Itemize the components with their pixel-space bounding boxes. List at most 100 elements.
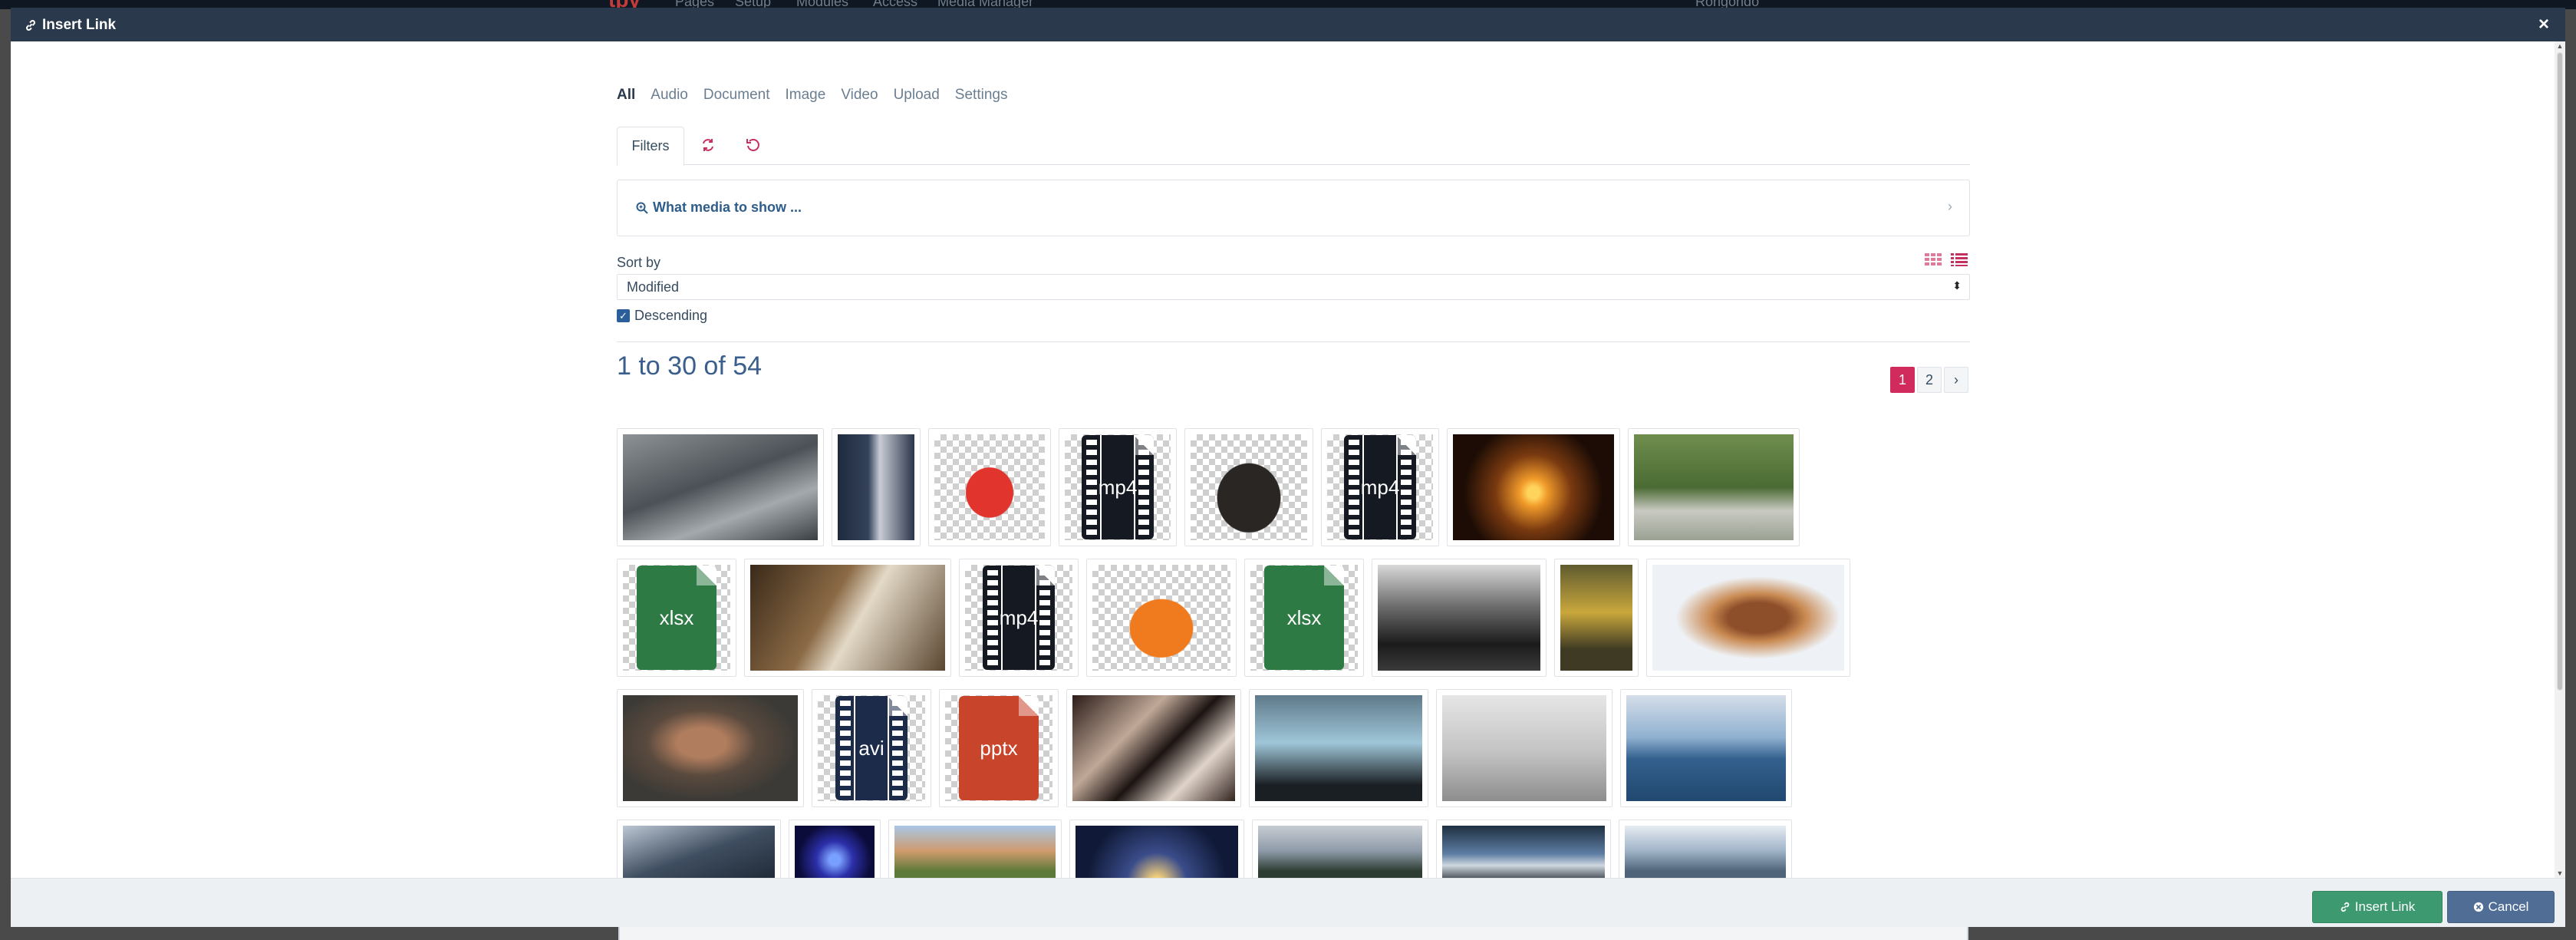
image-preview (934, 434, 1045, 540)
mp4-file-icon: mp4 (1082, 435, 1154, 539)
tab-filters[interactable]: Filters (617, 127, 684, 166)
cancel-button[interactable]: Cancel (2447, 891, 2555, 923)
tab-all[interactable]: All (617, 87, 635, 104)
sort-by-select[interactable]: Modified ⬍ (617, 274, 1970, 300)
image-preview (1625, 826, 1786, 878)
media-thumbnail[interactable] (789, 820, 881, 878)
next-page-button[interactable]: › (1944, 367, 1968, 393)
filter-panel-label: What media to show ... (653, 200, 802, 215)
media-thumbnail[interactable] (1620, 689, 1792, 807)
media-thumbnail[interactable] (1447, 428, 1620, 546)
image-preview (894, 826, 1056, 878)
scrollbar-thumb[interactable] (2557, 52, 2563, 691)
image-preview (1652, 565, 1844, 671)
media-thumbnail[interactable] (744, 559, 951, 677)
modal-scrollbar[interactable]: ▲ ▼ (2555, 41, 2565, 878)
image-preview (1191, 434, 1307, 540)
undo-icon[interactable] (744, 137, 761, 154)
media-thumbnail[interactable]: mp4 (1321, 428, 1439, 546)
file-extension-label: avi (858, 736, 884, 760)
chevron-right-icon: › (1948, 199, 1952, 214)
image-preview (838, 434, 914, 540)
tab-image[interactable]: Image (786, 87, 826, 104)
pagination: 1 2 › (1890, 367, 1968, 393)
sort-by-value: Modified (627, 279, 680, 295)
media-type-tabs: All Audio Document Image Video Upload Se… (617, 87, 1007, 104)
media-thumbnail[interactable] (1252, 820, 1428, 878)
media-thumbnail[interactable]: pptx (939, 689, 1059, 807)
media-thumbnail[interactable]: xlsx (617, 559, 736, 677)
tab-document[interactable]: Document (703, 87, 770, 104)
grid-view-icon[interactable] (1924, 252, 1942, 269)
descending-label: Descending (634, 308, 708, 323)
scroll-down-icon[interactable]: ▼ (2555, 869, 2565, 878)
image-preview (1072, 695, 1235, 801)
file-type-preview: mp4 (965, 565, 1072, 671)
filter-panel-heading: What media to show ... (636, 200, 802, 216)
media-thumbnail[interactable] (928, 428, 1051, 546)
media-thumbnail[interactable] (617, 689, 804, 807)
media-thumbnail[interactable]: avi (812, 689, 931, 807)
page-button-1[interactable]: 1 (1890, 367, 1915, 393)
close-icon[interactable]: × (2535, 15, 2553, 34)
list-view-icon[interactable] (1950, 252, 1968, 269)
pptx-file-icon: pptx (959, 696, 1039, 800)
insert-link-button[interactable]: Insert Link (2312, 891, 2443, 923)
image-preview (623, 826, 775, 878)
media-thumbnail[interactable] (1554, 559, 1639, 677)
media-thumbnail[interactable] (1066, 689, 1241, 807)
tab-settings[interactable]: Settings (955, 87, 1008, 104)
media-thumbnail[interactable] (617, 428, 824, 546)
media-thumbnail[interactable] (1436, 689, 1612, 807)
media-thumbnail[interactable] (1086, 559, 1237, 677)
results-count: 1 to 30 of 54 (617, 351, 763, 381)
cancel-label: Cancel (2488, 899, 2529, 914)
file-extension-label: xlsx (659, 605, 694, 629)
file-extension-label: pptx (980, 736, 1018, 760)
file-extension-label: mp4 (1098, 475, 1138, 499)
media-thumbnail[interactable] (1619, 820, 1792, 878)
media-thumbnail[interactable] (1372, 559, 1547, 677)
scroll-up-icon[interactable]: ▲ (2555, 41, 2565, 51)
xlsx-file-icon: xlsx (637, 566, 716, 670)
media-thumbnail[interactable] (832, 428, 921, 546)
divider (617, 341, 1970, 342)
file-extension-label: mp4 (1360, 475, 1400, 499)
media-thumbnail[interactable]: xlsx (1244, 559, 1364, 677)
media-thumbnail[interactable] (617, 820, 781, 878)
media-thumbnail[interactable]: mp4 (1059, 428, 1177, 546)
media-thumbnail[interactable]: mp4 (959, 559, 1079, 677)
file-type-preview: pptx (945, 695, 1052, 801)
select-caret-icon: ⬍ (1952, 279, 1962, 292)
media-thumbnail[interactable] (1436, 820, 1611, 878)
file-extension-label: xlsx (1286, 605, 1322, 629)
modal-title-text: Insert Link (42, 17, 117, 33)
media-thumbnail[interactable] (1249, 689, 1428, 807)
tab-audio[interactable]: Audio (651, 87, 688, 104)
checkbox-icon[interactable]: ✓ (617, 309, 630, 322)
image-preview (1560, 565, 1632, 671)
media-thumbnail[interactable] (1646, 559, 1850, 677)
tab-upload[interactable]: Upload (894, 87, 940, 104)
image-preview (1442, 826, 1605, 878)
xlsx-file-icon: xlsx (1264, 566, 1344, 670)
mp4-file-icon: mp4 (983, 566, 1055, 670)
file-type-preview: xlsx (1250, 565, 1358, 671)
link-icon (2340, 902, 2349, 912)
image-preview (1442, 695, 1606, 801)
page-button-2[interactable]: 2 (1917, 367, 1942, 393)
media-thumbnail[interactable] (1628, 428, 1800, 546)
file-type-preview: mp4 (1065, 434, 1171, 540)
media-thumbnail[interactable] (1069, 820, 1244, 878)
refresh-icon[interactable] (700, 137, 716, 154)
image-preview (1378, 565, 1540, 671)
descending-toggle[interactable]: ✓ Descending (617, 308, 707, 324)
media-thumbnail[interactable] (888, 820, 1062, 878)
media-thumbnail[interactable] (1184, 428, 1313, 546)
search-plus-icon (636, 202, 648, 214)
modal-body: All Audio Document Image Video Upload Se… (11, 41, 2555, 878)
tab-video[interactable]: Video (841, 87, 878, 104)
image-preview (1258, 826, 1422, 878)
media-filter-panel[interactable]: What media to show ... › (617, 180, 1970, 236)
image-preview (1626, 695, 1786, 801)
